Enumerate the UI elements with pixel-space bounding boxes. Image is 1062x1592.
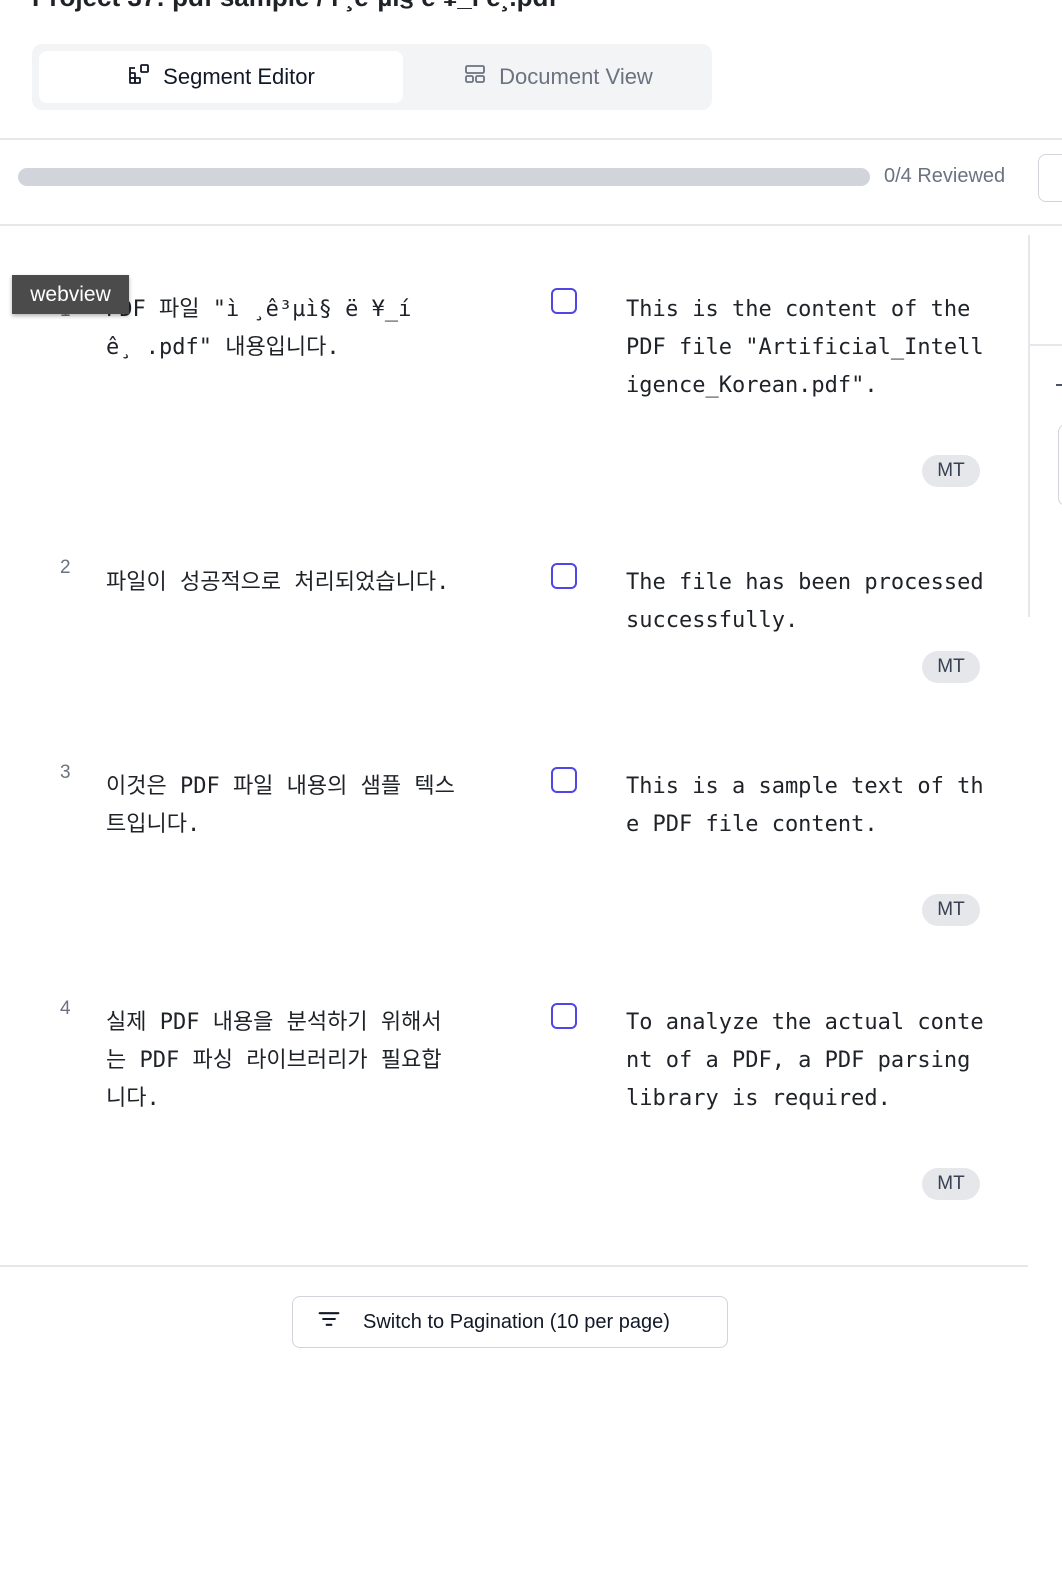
- toolbar-button-partial[interactable]: [1038, 154, 1062, 202]
- segment-target-text[interactable]: The file has been processed successfully…: [626, 564, 986, 640]
- webview-label: webview: [12, 275, 129, 314]
- mt-badge: MT: [922, 455, 980, 487]
- toolbar-divider: [0, 224, 1062, 226]
- segment-source-text: PDF 파일 "ì ¸ê³µì§ ë ¥_í ê¸ .pdf" 내용입니다.: [106, 297, 438, 360]
- segment-source-text: 파일이 성공적으로 처리되었습니다.: [106, 570, 450, 595]
- side-panel-dash: [1056, 384, 1062, 386]
- mt-badge: MT: [922, 894, 980, 926]
- segment-editor-icon: [127, 62, 151, 92]
- list-footer-divider: [0, 1265, 1028, 1267]
- page-title: Project 37: pdf sample / ì ¸ê³µì§ ë ¥_í …: [32, 0, 557, 13]
- switch-pagination-button[interactable]: Switch to Pagination (10 per page): [292, 1296, 728, 1348]
- segment-review-checkbox[interactable]: [551, 563, 577, 589]
- segment-target-text[interactable]: This is the content of the PDF file "Art…: [626, 291, 986, 405]
- tab-document-view-label: Document View: [499, 64, 653, 89]
- document-view-icon: [463, 62, 487, 92]
- side-panel-field[interactable]: [1058, 424, 1062, 506]
- tab-document-view[interactable]: Document View: [410, 51, 706, 103]
- filter-icon: [315, 1305, 343, 1339]
- segment-number: 3: [60, 762, 71, 783]
- segment-target-text[interactable]: This is a sample text of the PDF file co…: [626, 768, 986, 844]
- review-progress-bar: [18, 168, 870, 186]
- segment-target-text[interactable]: To analyze the actual content of a PDF, …: [626, 1004, 986, 1118]
- segment-number: 2: [60, 557, 71, 578]
- mt-badge: MT: [922, 1168, 980, 1200]
- tab-segment-editor-label: Segment Editor: [163, 64, 315, 89]
- mt-badge: MT: [922, 651, 980, 683]
- segment-source-text: 이것은 PDF 파일 내용의 샘플 텍스트입니다.: [106, 774, 455, 837]
- side-panel-card: [1030, 234, 1062, 346]
- segment-source-text: 실제 PDF 내용을 분석하기 위해서는 PDF 파싱 라이브러리가 필요합니다…: [106, 1010, 442, 1111]
- header-divider: [0, 138, 1062, 140]
- segment-review-checkbox[interactable]: [551, 767, 577, 793]
- reviewed-count: 0/4 Reviewed: [884, 165, 1006, 187]
- segment-number: 4: [60, 998, 71, 1019]
- view-tabs: Segment Editor Document View: [32, 44, 712, 110]
- tab-segment-editor[interactable]: Segment Editor: [39, 51, 403, 103]
- segment-review-checkbox[interactable]: [551, 288, 577, 314]
- segment-review-checkbox[interactable]: [551, 1003, 577, 1029]
- switch-pagination-label: Switch to Pagination (10 per page): [363, 1310, 670, 1333]
